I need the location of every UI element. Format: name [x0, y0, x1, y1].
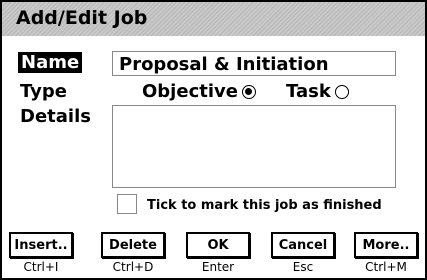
insert-button-label: Insert..: [14, 237, 68, 253]
radio-objective[interactable]: Objective: [142, 81, 256, 102]
more-button-label: More..: [362, 237, 410, 253]
more-button[interactable]: More..: [354, 232, 418, 258]
radio-unselected-icon: [334, 84, 349, 99]
delete-button[interactable]: Delete: [101, 232, 165, 258]
name-field[interactable]: Proposal & Initiation: [112, 51, 396, 76]
details-textarea[interactable]: [112, 105, 396, 188]
delete-shortcut: Ctrl+D: [112, 260, 154, 274]
radio-objective-label: Objective: [142, 81, 238, 102]
dialog-title: Add/Edit Job: [16, 7, 148, 29]
finished-checkbox[interactable]: [117, 194, 137, 214]
insert-shortcut: Ctrl+I: [23, 260, 59, 274]
more-shortcut: Ctrl+M: [365, 260, 407, 274]
finished-checkbox-label: Tick to mark this job as finished: [147, 198, 382, 213]
delete-button-label: Delete: [109, 237, 157, 253]
name-field-value: Proposal & Initiation: [119, 54, 329, 75]
details-label: Details: [20, 106, 91, 127]
title-bar[interactable]: Add/Edit Job: [2, 2, 425, 36]
cancel-shortcut: Esc: [292, 260, 314, 274]
name-label: Name: [18, 52, 83, 73]
cancel-button[interactable]: Cancel: [271, 232, 335, 258]
radio-task-label: Task: [286, 81, 331, 102]
ok-shortcut: Enter: [201, 260, 235, 274]
add-edit-job-dialog: Add/Edit Job Name Proposal & Initiation …: [0, 0, 427, 280]
type-label: Type: [20, 81, 67, 102]
ok-button-label: OK: [207, 237, 229, 253]
ok-button[interactable]: OK: [186, 232, 250, 258]
radio-selected-icon: [241, 84, 256, 99]
cancel-button-label: Cancel: [278, 237, 328, 253]
radio-task[interactable]: Task: [286, 81, 349, 102]
insert-button[interactable]: Insert..: [9, 232, 73, 258]
